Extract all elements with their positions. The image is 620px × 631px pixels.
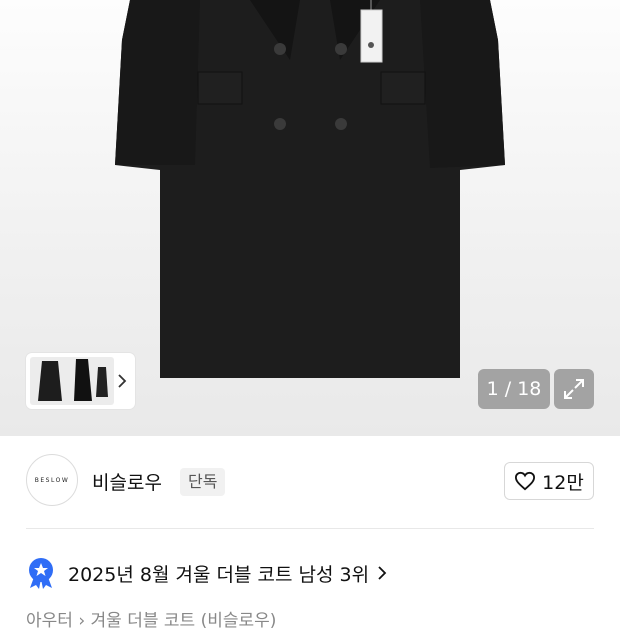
- heart-icon: [515, 471, 536, 491]
- exclusive-badge: 단독: [180, 468, 226, 496]
- expand-icon[interactable]: [554, 369, 594, 409]
- product-image-gallery[interactable]: 1 / 18: [0, 0, 620, 436]
- rank-badge-icon: [29, 558, 53, 589]
- chevron-right-icon[interactable]: [115, 371, 129, 391]
- image-counter: 1 / 18: [478, 369, 550, 409]
- brand-logo[interactable]: BESLOW: [26, 454, 78, 506]
- like-count: 12만: [542, 471, 584, 494]
- thumbnail-strip[interactable]: [26, 353, 135, 409]
- breadcrumb[interactable]: 아우터 › 겨울 더블 코트 (비슬로우): [26, 606, 276, 631]
- like-button[interactable]: 12만: [504, 462, 594, 500]
- brand-name[interactable]: 비슬로우: [92, 468, 162, 495]
- brand-row: BESLOW 비슬로우 단독 12만: [26, 454, 594, 510]
- thumbnail-image[interactable]: [30, 357, 114, 405]
- divider: [26, 528, 594, 529]
- chevron-right-icon: [377, 565, 387, 581]
- ranking-text: 2025년 8월 겨울 더블 코트 남성 3위: [68, 563, 370, 586]
- ranking-link[interactable]: 2025년 8월 겨울 더블 코트 남성 3위: [26, 556, 387, 590]
